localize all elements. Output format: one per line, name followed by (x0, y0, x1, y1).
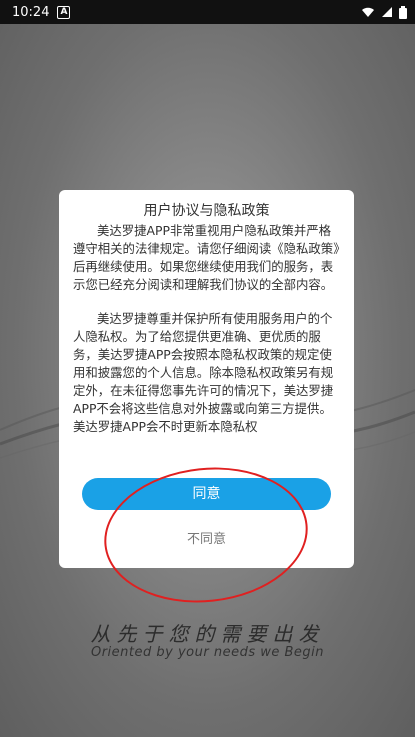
policy-paragraph-1: 美达罗捷APP非常重视用户隐私政策并严格遵守相关的法律规定。请您仔细阅读《隐私政… (73, 223, 340, 292)
policy-paragraph-2: 美达罗捷尊重并保护所有使用服务用户的个人隐私权。为了给您提供更准确、更优质的服务… (73, 311, 334, 434)
battery-icon (399, 5, 407, 19)
status-bar: 10:24 A (0, 0, 415, 24)
status-right (361, 5, 407, 19)
slogan-english: Oriented by your needs we Begin (90, 645, 325, 660)
signal-icon (382, 7, 392, 17)
status-time: 10:24 (12, 4, 50, 20)
wifi-icon (362, 7, 374, 17)
slogan-chinese: 从先于您的需要出发 (90, 622, 325, 646)
notification-icon: A (57, 5, 71, 19)
status-left: 10:24 A (12, 4, 71, 20)
dialog-title: 用户协议与隐私政策 (143, 203, 270, 219)
policy-text-scroll[interactable]: 美达罗捷APP非常重视用户隐私政策并严格遵守相关的法律规定。请您仔细阅读《隐私政… (73, 222, 340, 466)
